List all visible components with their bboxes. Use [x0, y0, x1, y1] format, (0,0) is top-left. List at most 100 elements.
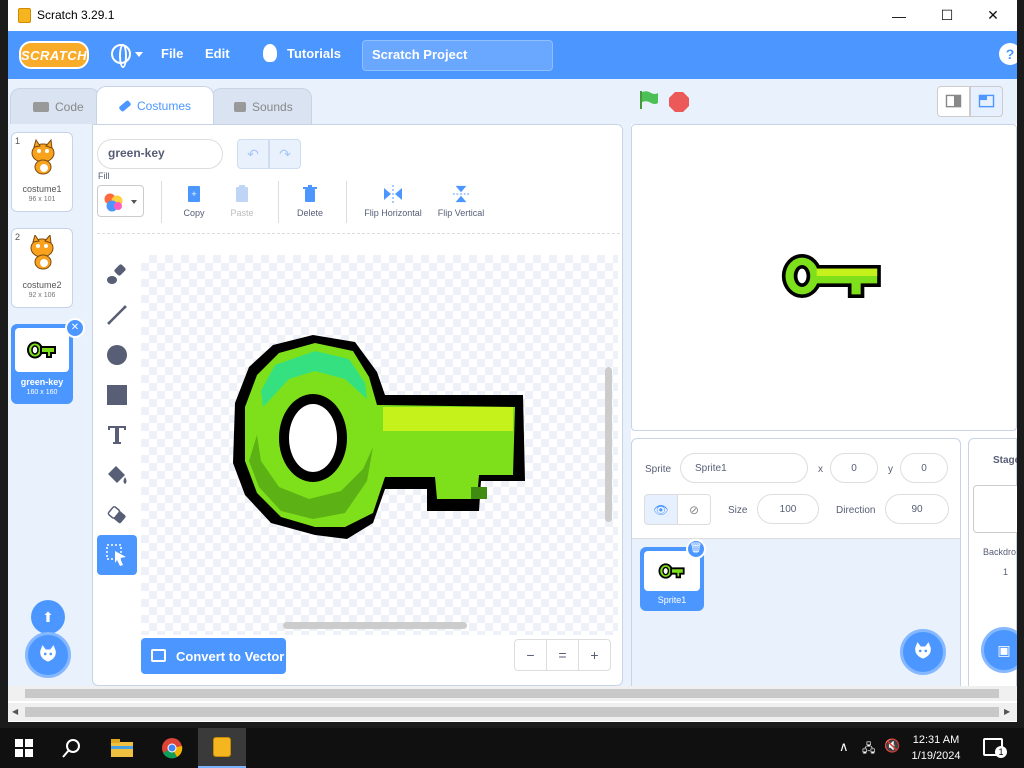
- fill-caret-icon: [131, 200, 137, 204]
- eye-icon: 👁: [653, 502, 669, 517]
- choose-backdrop-button[interactable]: ▣: [981, 627, 1017, 673]
- project-title-input[interactable]: Scratch Project: [362, 40, 553, 71]
- circle-icon: [107, 345, 127, 365]
- cat-add-icon: [915, 642, 931, 659]
- tab-costumes[interactable]: Costumes: [96, 86, 214, 124]
- convert-to-vector-button[interactable]: Convert to Vector: [141, 638, 286, 674]
- costume-name-input[interactable]: green-key: [97, 139, 223, 169]
- maximize-button[interactable]: ☐: [924, 0, 970, 31]
- costume-item[interactable]: 2 costume2 92 x 106: [11, 228, 73, 308]
- zoom-in-button[interactable]: +: [578, 639, 611, 671]
- flip-horizontal-icon: [384, 185, 402, 203]
- costume-number: 3: [16, 329, 22, 339]
- show-sprite-button[interactable]: 👁: [644, 494, 678, 525]
- costume-item-selected[interactable]: 3 green-key 160 x 160 ✕: [11, 318, 85, 404]
- close-button[interactable]: ✕: [970, 0, 1016, 31]
- hide-sprite-button[interactable]: ⊘: [677, 494, 711, 525]
- stage-target-pane[interactable]: Stage Backdro 1 ▣: [968, 438, 1017, 689]
- delete-button[interactable]: Delete: [293, 185, 327, 218]
- drawing-canvas[interactable]: [141, 255, 618, 635]
- scratch-taskbar-icon[interactable]: [198, 728, 246, 768]
- flip-vertical-label: Flip Vertical: [437, 208, 485, 218]
- stop-icon[interactable]: [669, 92, 689, 112]
- x-input[interactable]: 0: [830, 453, 878, 483]
- size-label: Size: [728, 505, 748, 516]
- undo-icon[interactable]: ↶: [237, 139, 269, 169]
- delete-sprite-icon[interactable]: 🗑: [686, 539, 706, 559]
- scroll-left-icon[interactable]: ◀: [12, 707, 18, 716]
- search-icon[interactable]: [48, 728, 96, 768]
- redo-icon[interactable]: ↷: [269, 139, 301, 169]
- canvas-vertical-scrollbar[interactable]: [605, 367, 612, 522]
- flip-horizontal-label: Flip Horizontal: [364, 208, 422, 218]
- file-explorer-icon[interactable]: [98, 728, 146, 768]
- large-stage-button[interactable]: [970, 86, 1003, 117]
- help-icon[interactable]: ?: [999, 43, 1017, 65]
- chevron-up-icon[interactable]: ∧: [839, 739, 849, 755]
- circle-tool[interactable]: [97, 335, 137, 375]
- cat-add-icon: [40, 645, 56, 662]
- small-stage-button[interactable]: [937, 86, 970, 117]
- tab-sounds[interactable]: Sounds: [211, 88, 312, 125]
- sprite-item-selected[interactable]: Sprite1 🗑: [640, 539, 706, 611]
- backdrop-thumbnail[interactable]: [973, 485, 1017, 533]
- scroll-right-icon[interactable]: ▶: [1004, 707, 1010, 716]
- scratch-window: Scratch 3.29.1 — ☐ ✕ SCRATCH File Edit T…: [8, 0, 1017, 722]
- sprite-label: Sprite: [645, 464, 672, 475]
- delete-costume-icon[interactable]: ✕: [65, 318, 85, 338]
- choose-costume-button[interactable]: [25, 632, 71, 678]
- flip-horizontal-button[interactable]: Flip Horizontal: [359, 185, 427, 218]
- flip-vertical-button[interactable]: Flip Vertical: [433, 185, 489, 218]
- flip-vertical-icon: [452, 185, 470, 203]
- eye-slash-icon: ⊘: [688, 502, 700, 517]
- costume-list: 1 costume1 96 x 101 2 costume2 92 x 106 …: [8, 124, 92, 689]
- rectangle-tool[interactable]: [97, 375, 137, 415]
- horizontal-scrollbar[interactable]: [8, 686, 1017, 701]
- direction-input[interactable]: 90: [885, 494, 949, 524]
- language-caret-icon[interactable]: [135, 52, 143, 57]
- edit-menu[interactable]: Edit: [205, 46, 230, 61]
- fill-color-dropdown[interactable]: [97, 185, 144, 217]
- copy-button[interactable]: + Copy: [179, 185, 209, 218]
- network-icon[interactable]: 🖧: [862, 739, 875, 760]
- tab-code[interactable]: Code: [10, 88, 100, 125]
- costume-name: costume2: [22, 280, 62, 290]
- x-label: x: [818, 464, 823, 475]
- windows-start-icon[interactable]: [0, 728, 48, 768]
- line-tool[interactable]: [97, 295, 137, 335]
- green-flag-icon[interactable]: [639, 91, 659, 109]
- select-tool[interactable]: [97, 535, 137, 575]
- lightbulb-icon: [263, 44, 277, 62]
- y-input[interactable]: 0: [900, 453, 948, 483]
- taskbar-clock[interactable]: 12:31 AM 1/19/2024: [904, 732, 968, 764]
- paste-button[interactable]: Paste: [227, 185, 257, 218]
- eraser-tool[interactable]: [97, 495, 137, 535]
- stage[interactable]: [631, 124, 1017, 431]
- tutorials-menu[interactable]: Tutorials: [287, 46, 341, 61]
- globe-icon[interactable]: [111, 44, 131, 68]
- choose-sprite-button[interactable]: [900, 629, 946, 675]
- zoom-reset-button[interactable]: =: [546, 639, 579, 671]
- chrome-icon[interactable]: [148, 728, 196, 768]
- sprite-name-input[interactable]: Sprite1: [680, 453, 808, 483]
- backdrop-add-icon: ▣: [997, 641, 1011, 658]
- file-menu[interactable]: File: [161, 46, 183, 61]
- costume-item[interactable]: 1 costume1 96 x 101: [11, 132, 73, 212]
- canvas-horizontal-scrollbar[interactable]: [283, 622, 467, 629]
- minimize-button[interactable]: —: [876, 0, 922, 31]
- window-horizontal-scrollbar[interactable]: ◀ ▶: [8, 703, 1017, 721]
- text-tool[interactable]: [97, 415, 137, 455]
- notification-icon[interactable]: 1: [983, 738, 1007, 758]
- scratch-logo[interactable]: SCRATCH: [19, 41, 89, 69]
- costume-number: 1: [15, 136, 21, 146]
- zoom-out-button[interactable]: −: [514, 639, 547, 671]
- brush-tool[interactable]: [97, 255, 137, 295]
- tab-costumes-label: Costumes: [137, 98, 192, 113]
- cat-costume-thumbnail: [31, 139, 55, 175]
- code-icon: [33, 102, 49, 112]
- fill-tool[interactable]: [97, 455, 137, 495]
- volume-muted-icon[interactable]: 🔇: [884, 738, 900, 754]
- size-input[interactable]: 100: [757, 494, 819, 524]
- upload-costume-icon[interactable]: ⬆: [31, 600, 65, 634]
- copy-icon: +: [188, 186, 200, 202]
